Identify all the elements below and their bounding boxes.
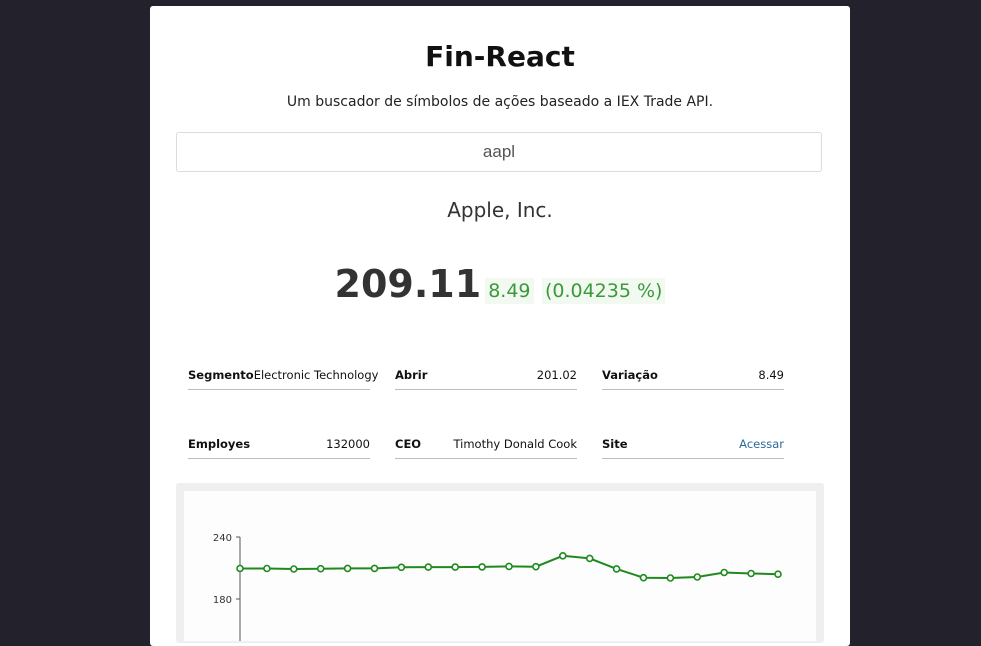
data-point[interactable] <box>585 554 594 563</box>
site-link[interactable]: Acessar <box>739 437 784 451</box>
y-tick-label-240: 240 <box>213 533 232 544</box>
data-point[interactable] <box>424 563 433 571</box>
price-row: 209.11 8.49 (0.04235 %) <box>150 262 850 306</box>
info-site: Site Acessar <box>602 437 784 459</box>
data-point[interactable] <box>558 552 567 560</box>
info-ceo: CEO Timothy Donald Cook <box>395 437 577 459</box>
data-point[interactable] <box>693 573 702 581</box>
data-point[interactable] <box>720 568 729 577</box>
info-open-label: Abrir <box>395 368 428 382</box>
info-employees-value: 132000 <box>326 437 370 451</box>
y-tick-label-180: 180 <box>213 595 232 606</box>
data-point[interactable] <box>316 564 325 573</box>
info-open: Abrir 201.02 <box>395 368 577 390</box>
data-point[interactable] <box>263 564 271 573</box>
price-change: 8.49 <box>485 278 534 304</box>
data-point[interactable] <box>343 564 352 573</box>
data-point[interactable] <box>505 562 513 571</box>
info-variation-value: 8.49 <box>758 368 784 382</box>
symbol-search-input[interactable] <box>176 132 822 172</box>
company-name: Apple, Inc. <box>447 198 553 222</box>
data-point[interactable] <box>532 562 540 571</box>
data-point[interactable] <box>612 565 621 573</box>
data-point[interactable] <box>370 564 379 573</box>
data-point[interactable] <box>478 563 486 571</box>
data-point[interactable] <box>747 569 755 578</box>
info-site-label: Site <box>602 437 628 451</box>
info-ceo-label: CEO <box>395 437 422 451</box>
info-employees: Employes 132000 <box>188 437 370 459</box>
info-segment-label: Segmento <box>188 368 254 382</box>
data-point[interactable] <box>397 563 406 572</box>
data-point[interactable] <box>290 565 298 573</box>
chart-panel: 240 180 <box>176 483 824 643</box>
info-employees-label: Employes <box>188 437 251 451</box>
data-point[interactable] <box>639 573 648 582</box>
data-point[interactable] <box>774 570 782 578</box>
data-point[interactable] <box>236 564 244 573</box>
page-title: Fin-React <box>425 40 575 73</box>
info-segment: Segmento Electronic Technology <box>188 368 378 390</box>
info-variation: Variação 8.49 <box>602 368 784 390</box>
price-change-percent: (0.04235 %) <box>541 278 666 304</box>
main-card: Fin-React Um buscador de símbolos de açõ… <box>150 6 850 646</box>
stock-price: 209.11 <box>334 262 482 306</box>
info-variation-label: Variação <box>602 368 658 382</box>
info-segment-value: Electronic Technology <box>253 368 379 382</box>
chart-area: 240 180 <box>184 491 816 641</box>
price-chart: 240 180 <box>213 533 782 641</box>
info-open-value: 201.02 <box>536 368 577 382</box>
page-subtitle: Um buscador de símbolos de ações baseado… <box>286 94 714 110</box>
data-point[interactable] <box>666 574 675 582</box>
data-point[interactable] <box>451 563 460 571</box>
price-series <box>236 552 782 582</box>
info-ceo-value: Timothy Donald Cook <box>453 437 577 451</box>
